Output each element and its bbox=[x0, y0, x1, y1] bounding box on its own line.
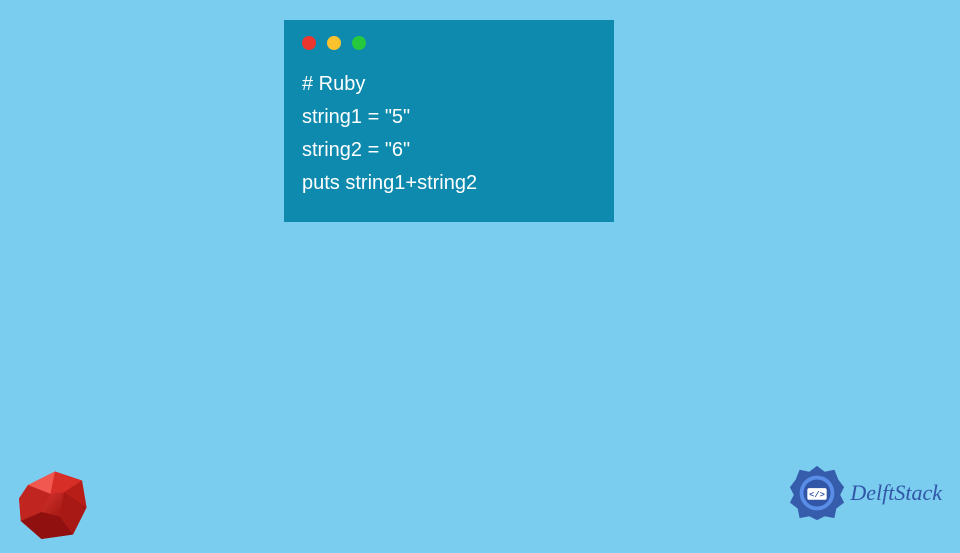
brand-text: DelftStack bbox=[850, 480, 942, 506]
delftstack-badge-icon: </> bbox=[788, 464, 846, 522]
ruby-gem-icon bbox=[10, 458, 100, 548]
maximize-icon bbox=[352, 36, 366, 50]
code-window: # Ruby string1 = "5" string2 = "6" puts … bbox=[284, 20, 614, 222]
code-line: string2 = "6" bbox=[302, 134, 596, 167]
code-line: # Ruby bbox=[302, 68, 596, 101]
code-content: # Ruby string1 = "5" string2 = "6" puts … bbox=[302, 68, 596, 200]
ruby-logo-icon bbox=[10, 458, 100, 548]
minimize-icon bbox=[327, 36, 341, 50]
code-line: string1 = "5" bbox=[302, 101, 596, 134]
delftstack-logo: </> DelftStack bbox=[788, 464, 942, 522]
svg-text:</>: </> bbox=[810, 490, 826, 500]
window-controls bbox=[302, 36, 596, 50]
code-line: puts string1+string2 bbox=[302, 167, 596, 200]
close-icon bbox=[302, 36, 316, 50]
